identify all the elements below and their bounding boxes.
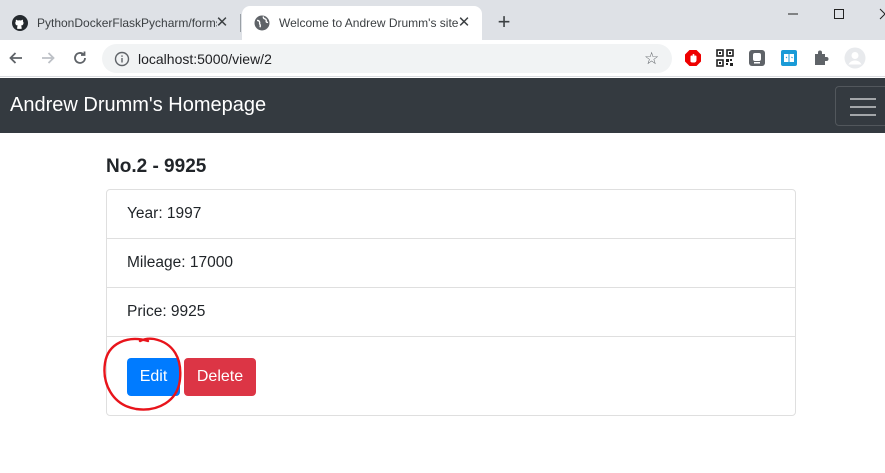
- tab-strip: PythonDockerFlaskPycharm/forms ✕ Welcome…: [0, 0, 885, 40]
- forward-arrow-icon[interactable]: [36, 46, 60, 70]
- window-close-icon[interactable]: [862, 0, 885, 28]
- list-item: Price: 9925: [107, 288, 795, 337]
- list-item: Year: 1997: [107, 190, 795, 239]
- new-tab-button[interactable]: +: [492, 10, 516, 34]
- edit-button[interactable]: Edit: [127, 358, 180, 396]
- tab-divider: [240, 14, 241, 32]
- page-title: No.2 - 9925: [106, 156, 207, 177]
- reader-extension-icon[interactable]: [780, 49, 798, 67]
- back-arrow-icon[interactable]: [4, 46, 28, 70]
- mileage-value: Mileage: 17000: [127, 254, 233, 271]
- hamburger-icon: [850, 114, 876, 116]
- puzzle-icon[interactable]: [812, 49, 830, 67]
- url-text: localhost:5000/view/2: [138, 50, 272, 67]
- browser-toolbar: localhost:5000/view/2 ☆: [0, 40, 885, 77]
- profile-avatar-icon[interactable]: [844, 47, 866, 69]
- github-icon: [12, 15, 28, 31]
- info-icon[interactable]: [114, 51, 130, 67]
- adblock-icon[interactable]: [684, 49, 702, 67]
- hamburger-icon: [850, 106, 876, 108]
- tab-title: Welcome to Andrew Drumm's site: [279, 16, 459, 30]
- qr-code-icon[interactable]: [716, 49, 734, 67]
- tab-github-repo[interactable]: PythonDockerFlaskPycharm/forms ✕: [0, 6, 240, 40]
- navbar-brand[interactable]: Andrew Drumm's Homepage: [10, 93, 266, 117]
- year-value: Year: 1997: [127, 205, 202, 222]
- close-icon[interactable]: ✕: [456, 15, 472, 31]
- gray-extension-icon[interactable]: [748, 49, 766, 67]
- site-navbar: Andrew Drumm's Homepage: [0, 78, 885, 133]
- car-details-card: Year: 1997 Mileage: 17000 Price: 9925 Ed…: [106, 189, 796, 416]
- tab-title: PythonDockerFlaskPycharm/forms: [37, 16, 217, 30]
- list-item: Mileage: 17000: [107, 239, 795, 288]
- navbar-toggler-button[interactable]: [835, 86, 885, 126]
- hamburger-icon: [850, 98, 876, 100]
- address-bar[interactable]: localhost:5000/view/2 ☆: [102, 44, 672, 73]
- reload-icon[interactable]: [68, 46, 92, 70]
- minimize-icon[interactable]: [770, 0, 816, 28]
- globe-icon: [254, 15, 270, 31]
- price-value: Price: 9925: [127, 303, 206, 320]
- delete-button[interactable]: Delete: [184, 358, 256, 396]
- close-icon[interactable]: ✕: [214, 15, 230, 31]
- maximize-icon[interactable]: [816, 0, 862, 28]
- tab-andrew-drumm-site[interactable]: Welcome to Andrew Drumm's site ✕: [242, 6, 482, 40]
- bookmark-star-icon[interactable]: ☆: [644, 50, 662, 68]
